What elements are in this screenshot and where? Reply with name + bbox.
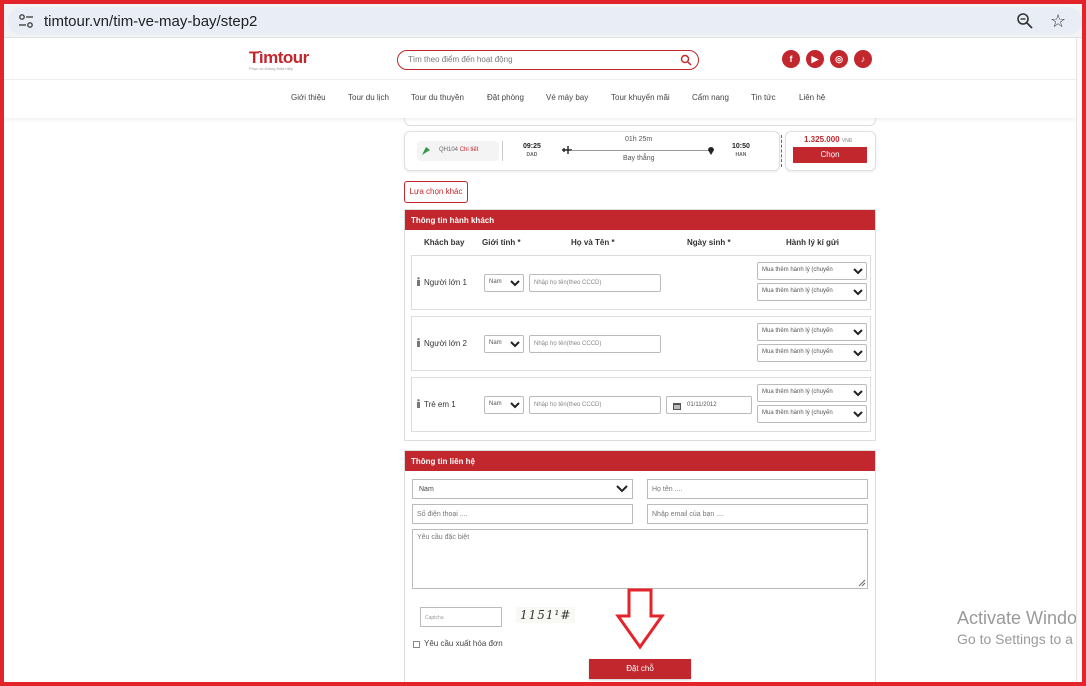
fullname-input[interactable]: Nhập họ tên(theo CCCD) — [529, 274, 661, 292]
youtube-icon[interactable]: ▶ — [806, 50, 824, 68]
main-nav: Giới thiệu Tour du lịch Tour du thuyền Đ… — [4, 80, 1076, 118]
invoice-checkbox[interactable] — [413, 641, 420, 648]
chevron-down-icon — [853, 390, 863, 397]
chevron-down-icon — [853, 329, 863, 336]
captcha-input[interactable]: Captcha — [420, 607, 502, 627]
nav-item-rooms[interactable]: Đặt phòng — [487, 93, 524, 102]
chevron-down-icon — [510, 341, 520, 348]
col-baggage: Hành lý kí gửi — [786, 238, 839, 247]
special-request-textarea[interactable]: Yêu cầu đặc biệt — [412, 529, 868, 589]
person-icon — [417, 277, 420, 286]
nav-item-cruise[interactable]: Tour du thuyền — [411, 93, 464, 102]
col-dob: Ngày sinh * — [687, 238, 731, 247]
col-passenger: Khách bay — [424, 238, 465, 247]
chevron-down-icon — [853, 411, 863, 418]
fullname-input[interactable]: Nhập họ tên(theo CCCD) — [529, 396, 661, 414]
url-text[interactable]: timtour.vn/tim-ve-may-bay/step2 — [44, 13, 257, 30]
zoom-icon[interactable] — [1016, 12, 1034, 30]
site-header: Tìmtour Phục vụ không thỏa hiệp Tìm theo… — [4, 38, 1076, 80]
url-field[interactable]: timtour.vn/tim-ve-may-bay/step2 ☆ — [8, 7, 1082, 35]
passenger-label: Người lớn 2 — [416, 338, 467, 348]
flight-duration: 01h 25m — [625, 136, 653, 143]
tiktok-icon[interactable]: ♪ — [854, 50, 872, 68]
resize-handle-icon[interactable] — [858, 579, 866, 587]
divider — [502, 141, 503, 161]
chevron-down-icon — [853, 268, 863, 275]
chevron-down-icon — [510, 280, 520, 287]
calendar-icon — [673, 403, 681, 410]
passenger-label: Người lớn 1 — [416, 277, 467, 287]
annotation-arrow-icon — [615, 588, 665, 650]
price-card: 1.325.000 VNĐ Chọn — [785, 131, 876, 171]
contact-email-input[interactable]: Nhập email của bạn .... — [647, 504, 868, 524]
nav-item-tours[interactable]: Tour du lịch — [348, 93, 389, 102]
nav-item-guide[interactable]: Cẩm nang — [692, 93, 729, 102]
captcha-image: 1151¹# — [516, 607, 576, 623]
fullname-input[interactable]: Nhập họ tên(theo CCCD) — [529, 335, 661, 353]
baggage-select-outbound[interactable]: Mua thêm hành lý (chuyến — [757, 323, 867, 341]
person-icon — [417, 399, 420, 408]
nav-item-promo[interactable]: Tour khuyến mãi — [611, 93, 670, 102]
flight-card: QH104 Chi tiết 09:25 DAD 01h 25m Bay thẳ… — [404, 131, 780, 171]
previous-card-edge — [404, 118, 876, 126]
search-icon[interactable] — [680, 54, 692, 66]
airline-logo-icon — [422, 147, 430, 155]
chevron-down-icon — [510, 402, 520, 409]
gender-select[interactable]: Nam — [484, 274, 524, 292]
other-options-button[interactable]: Lựa chọn khác — [404, 181, 468, 203]
gender-select[interactable]: Nam — [484, 396, 524, 414]
choose-flight-button[interactable]: Chọn — [793, 147, 867, 163]
contact-gender-select[interactable]: Nam — [412, 479, 633, 499]
passenger-section: Thông tin hành khách Khách bay Giới tính… — [404, 209, 876, 441]
nav-item-about[interactable]: Giới thiệu — [291, 93, 326, 102]
arrival: 10:50 HAN — [732, 143, 750, 158]
instagram-icon[interactable]: ◎ — [830, 50, 848, 68]
baggage-select-return[interactable]: Mua thêm hành lý (chuyến — [757, 405, 867, 423]
departure: 09:25 DAD — [523, 143, 541, 158]
baggage-select-outbound[interactable]: Mua thêm hành lý (chuyến — [757, 384, 867, 402]
person-icon — [417, 338, 420, 347]
book-button[interactable]: Đặt chỗ — [589, 659, 691, 679]
chevron-down-icon — [853, 289, 863, 296]
dob-input[interactable]: 01/11/2012 — [666, 396, 752, 414]
timtour-logo[interactable]: Tìmtour Phục vụ không thỏa hiệp — [249, 48, 309, 71]
baggage-select-return[interactable]: Mua thêm hành lý (chuyến — [757, 283, 867, 301]
passenger-row: Người lớn 1 Nam Nhập họ tên(theo CCCD) M… — [411, 255, 871, 310]
dashed-divider — [781, 135, 782, 167]
passenger-label: Trẻ em 1 — [416, 399, 456, 409]
flight-detail-link[interactable]: Chi tiết — [460, 147, 479, 153]
passenger-row: Người lớn 2 Nam Nhập họ tên(theo CCCD) M… — [411, 316, 871, 371]
airline-box: QH104 Chi tiết — [417, 141, 499, 161]
flight-stops: Bay thẳng — [623, 155, 655, 162]
windows-activation-watermark: Activate Windo Go to Settings to a — [957, 608, 1078, 647]
contact-section-title: Thông tin liên hệ — [405, 451, 875, 471]
location-pin-icon — [708, 147, 714, 155]
search-placeholder: Tìm theo điểm đến hoạt động — [408, 55, 513, 64]
bookmark-star-icon[interactable]: ☆ — [1050, 11, 1066, 32]
site-settings-icon[interactable] — [18, 13, 34, 29]
chevron-down-icon — [616, 485, 628, 493]
contact-name-input[interactable]: Họ tên .... — [647, 479, 868, 499]
nav-item-contact[interactable]: Liên hệ — [799, 93, 825, 102]
contact-phone-input[interactable]: Số điện thoại .... — [412, 504, 633, 524]
chevron-down-icon — [853, 350, 863, 357]
passenger-row: Trẻ em 1 Nam Nhập họ tên(theo CCCD) 01/1… — [411, 377, 871, 432]
search-input[interactable]: Tìm theo điểm đến hoạt động — [397, 50, 699, 70]
passenger-section-title: Thông tin hành khách — [405, 210, 875, 230]
route-line — [571, 150, 709, 151]
flight-number: QH104 Chi tiết — [439, 147, 479, 153]
invoice-checkbox-label: Yêu cầu xuất hóa đơn — [424, 639, 503, 648]
flight-price: 1.325.000 VNĐ — [804, 135, 853, 144]
facebook-icon[interactable]: f — [782, 50, 800, 68]
baggage-select-outbound[interactable]: Mua thêm hành lý (chuyến — [757, 262, 867, 280]
scrollbar[interactable] — [1076, 38, 1086, 686]
col-gender: Giới tính * — [482, 238, 521, 247]
gender-select[interactable]: Nam — [484, 335, 524, 353]
contact-section: Thông tin liên hệ Nam Họ tên .... Số điệ… — [404, 450, 876, 686]
baggage-select-return[interactable]: Mua thêm hành lý (chuyến — [757, 344, 867, 362]
col-fullname: Họ và Tên * — [571, 238, 615, 247]
nav-item-news[interactable]: Tin tức — [751, 93, 776, 102]
browser-address-bar: timtour.vn/tim-ve-may-bay/step2 ☆ — [4, 4, 1082, 38]
nav-item-flights[interactable]: Vé máy bay — [546, 93, 588, 102]
